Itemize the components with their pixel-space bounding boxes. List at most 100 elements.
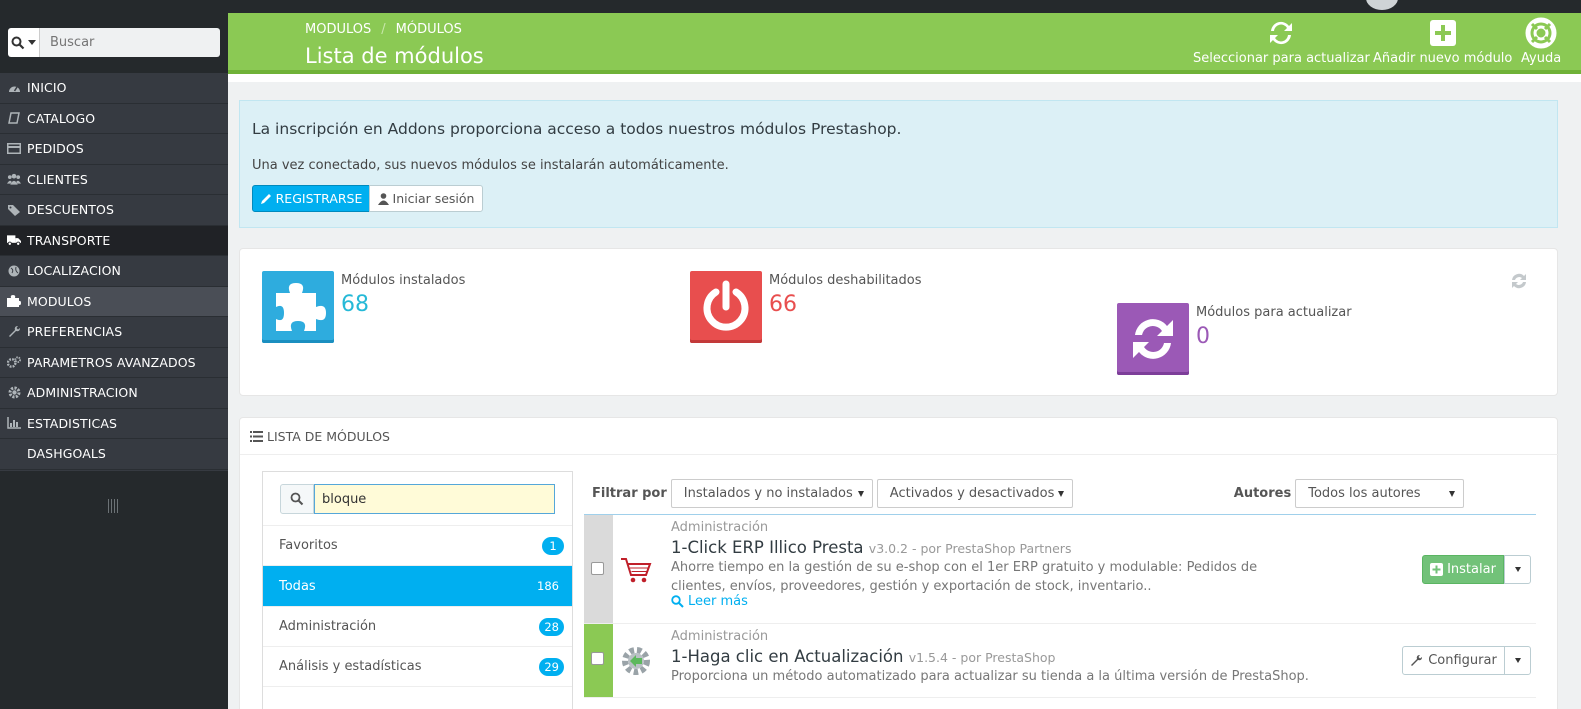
addons-text: Una vez conectado, sus nuevos módulos se… — [252, 158, 729, 173]
install-button[interactable]: Instalar — [1422, 555, 1504, 584]
sidebar-search — [0, 13, 228, 73]
authors-select[interactable]: Todos los autores — [1295, 479, 1465, 508]
sidebar-item-descuentos[interactable]: DESCUENTOS — [0, 195, 228, 226]
module-title[interactable]: 1-Click ERP Illico Presta — [671, 538, 864, 557]
kpi-installed[interactable]: Módulos instalados 68 — [262, 271, 465, 343]
search-type-button[interactable] — [8, 28, 40, 57]
category-count: 186 — [532, 577, 564, 595]
add-module-button[interactable]: Añadir nuevo módulo — [1373, 17, 1512, 66]
install-dropdown-button[interactable] — [1504, 555, 1531, 584]
sidebar-item-label: LOCALIZACION — [27, 263, 121, 279]
sidebar-item-label: ESTADISTICAS — [27, 415, 118, 431]
sidebar-item-catalogo[interactable]: CATALOGO — [0, 103, 228, 134]
configure-button[interactable]: Configurar — [1402, 646, 1505, 675]
lifebuoy-icon — [1525, 17, 1557, 49]
register-label: REGISTRARSE — [275, 191, 363, 206]
module-filters: Filtrar por Instalados y no instalados A… — [592, 479, 1536, 508]
kpi-label: Módulos para actualizar — [1196, 305, 1352, 320]
page-header: MODULOS / MÓDULOS Lista de módulos Selec… — [228, 13, 1581, 74]
help-button[interactable]: Ayuda — [1521, 17, 1561, 66]
sidebar-item-dashgoals[interactable]: DASHGOALS — [0, 439, 228, 470]
sidebar-item-pedidos[interactable]: PEDIDOS — [0, 134, 228, 165]
category-label: Administración — [279, 619, 377, 634]
sidebar-item-label: PEDIDOS — [27, 141, 84, 157]
sidebar-item-inicio[interactable]: INICIO — [0, 73, 228, 104]
category-count: 1 — [542, 536, 564, 555]
sidebar-footer — [0, 471, 228, 709]
user-icon — [377, 192, 389, 205]
module-search — [280, 484, 555, 514]
kpi-disabled[interactable]: Módulos deshabilitados 66 — [690, 271, 922, 343]
sidebar-item-clientes[interactable]: CLIENTES — [0, 164, 228, 195]
read-more-link[interactable]: Leer más — [671, 594, 748, 609]
module-list-panel: LISTA DE MÓDULOS Favoritos 1 Todas 186 A… — [239, 417, 1559, 709]
module-description: Ahorre tiempo en la gestión de su e-shop… — [671, 560, 1258, 594]
kpi-to-update[interactable]: Módulos para actualizar 0 — [1117, 303, 1352, 375]
module-category: Administración — [671, 520, 769, 535]
bar-chart-icon — [7, 416, 21, 430]
caret-down-icon — [1057, 490, 1064, 497]
wrench-icon — [7, 325, 21, 339]
sidebar-item-administracion[interactable]: ADMINISTRACION — [0, 378, 228, 409]
module-row: Administración 1-Haga clic en Actualizac… — [584, 624, 1536, 698]
refresh-icon[interactable] — [1509, 271, 1529, 291]
caret-down-icon — [1449, 490, 1456, 497]
truck-icon — [7, 233, 21, 247]
kpi-label: Módulos instalados — [341, 273, 466, 288]
configure-dropdown-button[interactable] — [1504, 646, 1531, 675]
category-item-favoritos[interactable]: Favoritos 1 — [263, 525, 572, 565]
search-icon[interactable] — [280, 484, 314, 514]
module-search-input[interactable] — [314, 484, 555, 514]
module-title[interactable]: 1-Haga clic en Actualización — [671, 647, 903, 666]
sidebar-item-modulos[interactable]: MODULOS — [0, 286, 228, 317]
credit-card-icon — [7, 142, 21, 156]
sidebar-item-label: DESCUENTOS — [27, 202, 114, 218]
caret-down-icon — [1514, 567, 1521, 572]
category-item-analisis[interactable]: Análisis y estadísticas 29 — [263, 646, 572, 686]
kpi-value: 66 — [769, 292, 797, 317]
configure-label: Configurar — [1428, 653, 1497, 668]
select-update-button[interactable]: Seleccionar para actualizar — [1193, 17, 1370, 66]
sidebar-item-label: INICIO — [27, 80, 67, 96]
register-button[interactable]: REGISTRARSE — [252, 185, 370, 212]
refresh-icon — [1117, 303, 1189, 375]
filter-install-select[interactable]: Instalados y no instalados — [670, 479, 873, 508]
category-item-todas[interactable]: Todas 186 — [263, 565, 572, 606]
module-checkbox[interactable] — [591, 562, 604, 575]
sidebar-item-preferencias[interactable]: PREFERENCIAS — [0, 317, 228, 348]
pencil-icon — [260, 193, 271, 204]
sidebar-item-estadisticas[interactable]: ESTADISTICAS — [0, 408, 228, 439]
filter-active-select[interactable]: Activados y desactivados — [876, 479, 1073, 508]
kpi-panel: Módulos instalados 68 Módulos deshabilit… — [239, 248, 1558, 396]
sidebar-nav: INICIO CATALOGO PEDIDOS CLIENTES DESCUEN… — [0, 73, 228, 470]
addons-alert: La inscripción en Addons proporciona acc… — [239, 100, 1558, 228]
install-label: Instalar — [1447, 562, 1496, 577]
category-label: Todas — [279, 578, 316, 594]
module-row: Administración 1-Click ERP Illico Presta… — [584, 515, 1536, 624]
category-item-administracion[interactable]: Administración 28 — [263, 606, 572, 646]
module-checkbox[interactable] — [591, 652, 604, 665]
add-module-label: Añadir nuevo módulo — [1373, 51, 1513, 66]
breadcrumb-item[interactable]: MODULOS — [305, 22, 371, 37]
power-icon — [690, 271, 762, 343]
plus-square-icon — [1430, 563, 1444, 576]
sidebar-search-input[interactable] — [40, 28, 220, 57]
sidebar-item-label: PARAMETROS AVANZADOS — [27, 354, 196, 370]
sidebar-item-label: ADMINISTRACION — [27, 385, 138, 401]
subheader-bar — [228, 74, 1581, 82]
category-item-next[interactable] — [263, 686, 572, 709]
breadcrumb-item[interactable]: MÓDULOS — [396, 22, 462, 37]
collapse-handle[interactable] — [108, 499, 120, 513]
avatar[interactable] — [1366, 0, 1398, 10]
module-description: Proporciona un método automatizado para … — [671, 669, 1309, 684]
sidebar-item-localizacion[interactable]: LOCALIZACION — [0, 256, 228, 287]
module-version: v1.5.4 - por PrestaShop — [908, 650, 1056, 665]
chevron-down-icon — [28, 40, 36, 45]
sidebar-item-label: CATALOGO — [27, 110, 96, 126]
login-button[interactable]: Iniciar sesión — [369, 185, 483, 212]
users-icon — [7, 172, 21, 186]
sidebar-item-transporte[interactable]: TRANSPORTE — [0, 225, 228, 256]
sidebar-item-label: CLIENTES — [27, 171, 88, 187]
dashboard-icon — [7, 81, 21, 95]
sidebar-item-parametros-avanzados[interactable]: PARAMETROS AVANZADOS — [0, 347, 228, 378]
